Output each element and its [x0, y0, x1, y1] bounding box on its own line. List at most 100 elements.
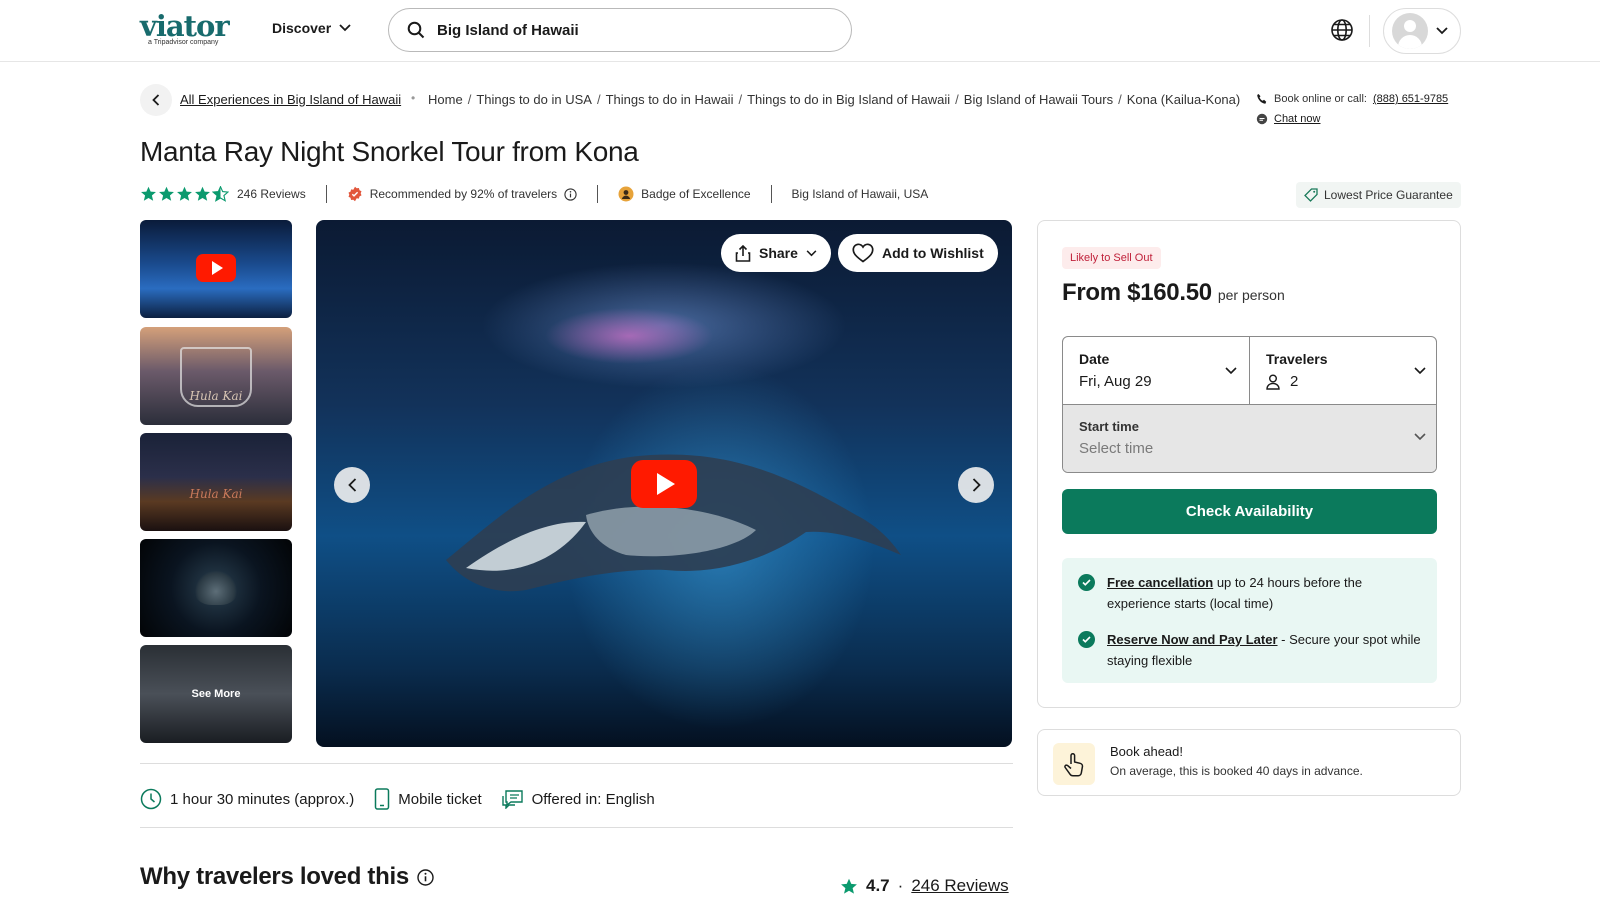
chevron-down-icon — [1414, 367, 1426, 375]
phone-icon — [1257, 94, 1267, 104]
gallery-thumbnail-boat-sunset[interactable]: Hula Kai — [140, 327, 292, 425]
boat-name-caption: Hula Kai — [189, 487, 243, 501]
duration-text: 1 hour 30 minutes (approx.) — [170, 790, 355, 808]
reserve-now-text: Reserve Now and Pay Later - Secure your … — [1107, 629, 1421, 671]
award-icon — [348, 186, 362, 202]
badge-of-excellence: Badge of Excellence — [618, 186, 751, 202]
heart-icon — [852, 243, 874, 263]
reserve-now-link[interactable]: Reserve Now and Pay Later — [1107, 632, 1278, 647]
breadcrumb-usa[interactable]: Things to do in USA — [476, 92, 592, 107]
chevron-left-icon — [347, 478, 356, 492]
all-experiences-link[interactable]: All Experiences in Big Island of Hawaii — [180, 92, 401, 107]
viator-logo[interactable]: viator a Tripadvisor company — [140, 11, 245, 51]
reviews-count-link[interactable]: 246 Reviews — [237, 187, 306, 201]
half-star-icon — [212, 186, 229, 202]
duration-item: 1 hour 30 minutes (approx.) — [140, 788, 354, 810]
date-label: Date — [1079, 351, 1110, 367]
search-input[interactable] — [437, 21, 817, 39]
lowest-price-guarantee[interactable]: Lowest Price Guarantee — [1296, 182, 1461, 208]
meta-divider — [325, 185, 327, 203]
star-icon — [177, 186, 192, 201]
meta-divider — [770, 185, 772, 203]
breadcrumb-separator: / — [1118, 92, 1122, 107]
ticket-text: Mobile ticket — [398, 790, 482, 808]
travelers-selector[interactable]: Travelers 2 — [1250, 337, 1436, 405]
breadcrumb-separator: / — [596, 92, 601, 107]
book-ahead-text: On average, this is booked 40 days in ad… — [1110, 764, 1363, 778]
top-navigation-bar: viator a Tripadvisor company Discover — [0, 0, 1600, 62]
language-item: Offered in: English — [501, 789, 655, 809]
score-dot: · — [897, 876, 904, 895]
chevron-down-icon — [1436, 27, 1448, 35]
badge-text: Badge of Excellence — [641, 187, 751, 201]
breadcrumb-kona[interactable]: Kona (Kailua-Kona) — [1127, 92, 1240, 107]
manta-ray-illustration — [446, 454, 901, 592]
gallery-thumbnail-manta[interactable] — [140, 539, 292, 637]
breadcrumb-separator: / — [467, 92, 472, 107]
breadcrumb: Home / Things to do in USA / Things to d… — [428, 92, 1240, 107]
book-online-text: Book online or call: — [1274, 93, 1367, 105]
product-meta: 246 Reviews Recommended by 92% of travel… — [140, 184, 928, 204]
manta-ray-shape — [194, 571, 238, 605]
breadcrumb-home[interactable]: Home — [428, 92, 463, 107]
chevron-down-icon — [1225, 367, 1237, 375]
search-icon — [407, 21, 425, 39]
breadcrumb-big-island[interactable]: Things to do in Big Island of Hawaii — [747, 92, 950, 107]
rating-stars[interactable] — [140, 186, 229, 202]
chat-now-link[interactable]: Chat now — [1274, 113, 1320, 125]
phone-link[interactable]: (888) 651-9785 — [1373, 93, 1448, 105]
meta-divider — [597, 185, 599, 203]
recommended-badge: Recommended by 92% of travelers — [347, 186, 577, 202]
info-icon[interactable] — [417, 868, 434, 886]
star-icon — [841, 878, 857, 894]
next-image-button[interactable] — [958, 467, 994, 503]
breadcrumb-separator: / — [738, 92, 743, 107]
chevron-down-icon — [1414, 433, 1426, 441]
hand-pointer-icon — [1053, 743, 1095, 785]
mobile-ticket-icon — [375, 788, 390, 810]
logo-tagline: a Tripadvisor company — [148, 39, 219, 46]
date-selector[interactable]: Date Fri, Aug 29 — [1063, 337, 1250, 405]
person-icon — [1266, 374, 1280, 390]
free-cancellation-link[interactable]: Free cancellation — [1107, 575, 1213, 590]
clock-icon — [140, 788, 162, 810]
play-video-icon — [196, 254, 236, 282]
check-circle-icon — [1078, 631, 1095, 648]
see-more-label: See More — [191, 688, 241, 700]
booking-perks: Free cancellation up to 24 hours before … — [1062, 558, 1437, 683]
profile-menu-button[interactable] — [1383, 8, 1461, 54]
gallery-thumbnail-video[interactable] — [140, 220, 292, 318]
share-button[interactable]: Share — [721, 234, 831, 272]
avatar — [1392, 13, 1428, 49]
why-travelers-heading: Why travelers loved this — [140, 863, 434, 891]
start-time-selector[interactable]: Start time Select time — [1063, 405, 1436, 472]
main-gallery-image[interactable]: Share Add to Wishlist — [316, 220, 1012, 747]
add-to-wishlist-button[interactable]: Add to Wishlist — [838, 234, 998, 272]
breadcrumb-hawaii[interactable]: Things to do in Hawaii — [606, 92, 734, 107]
gallery-thumbnail-boat-night[interactable]: Hula Kai — [140, 433, 292, 531]
why-heading-text: Why travelers loved this — [140, 863, 409, 890]
lowest-price-text: Lowest Price Guarantee — [1324, 188, 1453, 202]
page-title: Manta Ray Night Snorkel Tour from Kona — [140, 136, 639, 167]
travelers-count: 2 — [1290, 373, 1299, 390]
tour-details: 1 hour 30 minutes (approx.) Mobile ticke… — [140, 788, 655, 810]
likely-to-sell-out-badge: Likely to Sell Out — [1062, 247, 1161, 269]
back-button[interactable] — [140, 84, 172, 116]
info-icon[interactable] — [564, 187, 577, 201]
boat-name-caption: Hula Kai — [189, 389, 243, 403]
breadcrumb-tours[interactable]: Big Island of Hawaii Tours — [964, 92, 1113, 107]
globe-icon[interactable] — [1330, 18, 1354, 42]
star-icon — [195, 186, 210, 201]
discover-menu-button[interactable]: Discover — [272, 20, 351, 36]
previous-image-button[interactable] — [334, 467, 370, 503]
search-box[interactable] — [388, 8, 852, 52]
all-reviews-link[interactable]: 246 Reviews — [911, 876, 1008, 896]
recommended-text: Recommended by 92% of travelers — [369, 187, 558, 201]
chevron-down-icon — [339, 24, 351, 32]
play-video-button[interactable] — [631, 460, 697, 508]
check-availability-button[interactable]: Check Availability — [1062, 489, 1437, 534]
gallery-thumbnail-see-more[interactable]: See More — [140, 645, 292, 743]
divider-line — [140, 763, 1013, 764]
travelers-label: Travelers — [1266, 351, 1328, 367]
wishlist-label: Add to Wishlist — [882, 245, 984, 261]
